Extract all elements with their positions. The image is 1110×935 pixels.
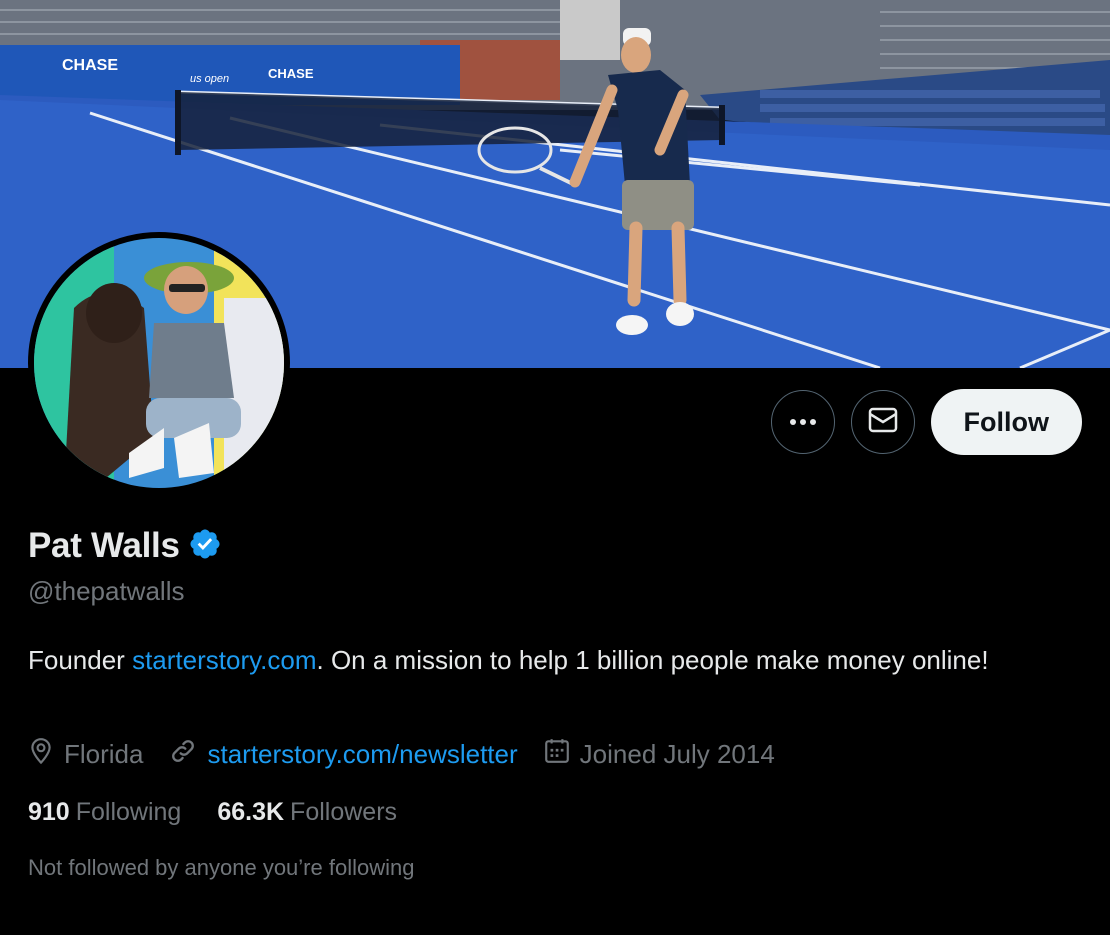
website-item: starterstory.com/newsletter	[169, 737, 518, 772]
following-count: 910	[28, 798, 70, 826]
followers-label: Followers	[290, 798, 398, 826]
bio-suffix: . On a mission to help 1 billion people …	[316, 645, 989, 675]
profile-actions: Follow	[770, 389, 1082, 455]
mail-icon	[868, 407, 898, 438]
joined-text: Joined July 2014	[579, 739, 775, 769]
banner-chase-text-1: CHASE	[62, 57, 118, 74]
location-item: Florida	[28, 737, 143, 772]
link-icon	[169, 737, 197, 772]
follow-button[interactable]: Follow	[930, 389, 1082, 455]
profile-name-row: Pat Walls	[28, 526, 222, 566]
bio-link[interactable]: starterstory.com	[132, 645, 316, 675]
website-link[interactable]: starterstory.com/newsletter	[207, 739, 517, 770]
followers-count: 66.3K	[217, 798, 285, 826]
profile-avatar[interactable]	[28, 232, 290, 494]
display-name: Pat Walls	[28, 526, 180, 565]
profile-meta: Florida starterstory.com/newsletter Join…	[28, 737, 801, 772]
calendar-icon	[544, 737, 570, 772]
message-button[interactable]	[850, 390, 915, 454]
location-icon	[28, 737, 54, 772]
profile-handle: @thepatwalls	[28, 576, 185, 606]
location-text: Florida	[64, 739, 144, 769]
profile-bio: Founder starterstory.com. On a mission t…	[28, 642, 1058, 678]
banner-chase-text-2: CHASE	[268, 66, 314, 81]
followers-link[interactable]: 66.3K Followers	[217, 798, 397, 827]
more-icon	[789, 413, 817, 431]
bio-prefix: Founder	[28, 645, 133, 675]
banner-usopen-text: us open	[190, 73, 229, 85]
profile-stats: 910 Following 66.3K Followers	[28, 798, 433, 827]
following-link[interactable]: 910 Following	[28, 798, 181, 827]
verified-badge-icon[interactable]	[188, 527, 222, 566]
more-options-button[interactable]	[770, 390, 835, 454]
following-label: Following	[75, 798, 182, 826]
mutual-followers-text: Not followed by anyone you’re following	[28, 855, 415, 880]
joined-item: Joined July 2014	[544, 737, 775, 772]
